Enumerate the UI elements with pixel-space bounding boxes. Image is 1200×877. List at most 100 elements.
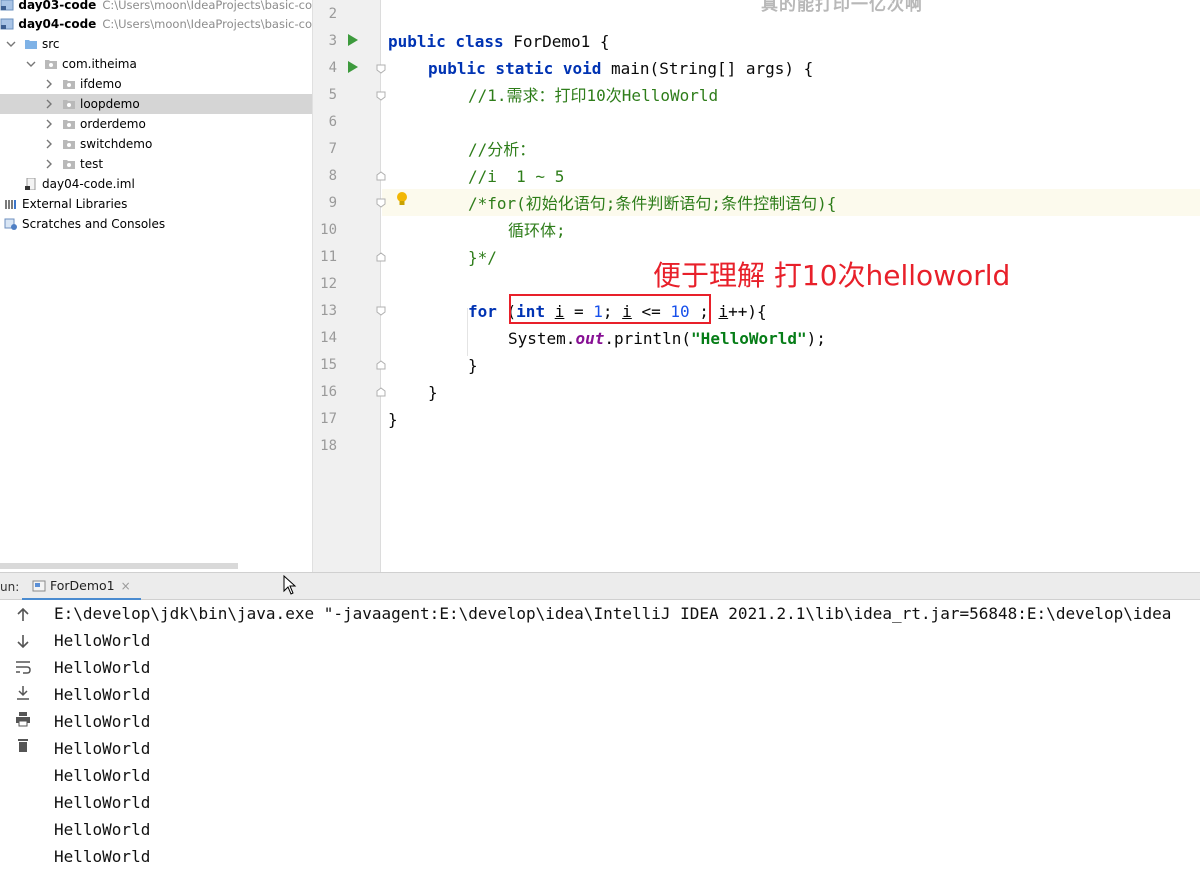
project-tree-pane: day03-code C:\Users\moon\IdeaProjects\bas… <box>0 0 312 572</box>
package-folder-icon <box>62 138 76 150</box>
line-number: 10 <box>320 222 337 238</box>
module-icon <box>0 0 14 11</box>
line-number: 18 <box>320 438 337 454</box>
print-icon[interactable] <box>14 710 32 728</box>
package-folder-icon <box>62 118 76 130</box>
fold-marker-icon[interactable] <box>375 251 387 263</box>
line-number: 12 <box>320 276 337 292</box>
tree-item-day03-code[interactable]: day03-code C:\Users\moon\IdeaProjects\bas… <box>0 0 312 15</box>
class-file-icon <box>32 580 46 591</box>
fold-marker-icon[interactable] <box>375 197 387 209</box>
arrow-up-icon[interactable] <box>14 606 32 624</box>
tree-item-src[interactable]: src <box>0 34 312 54</box>
tree-item-label: loopdemo <box>80 97 140 111</box>
run-tab-fordemo1[interactable]: ForDemo1 × <box>22 573 141 601</box>
console-output-line: HelloWorld <box>54 847 151 866</box>
fold-marker-icon[interactable] <box>375 90 387 102</box>
arrow-down-icon[interactable] <box>14 632 32 650</box>
tree-item-label: External Libraries <box>22 197 128 211</box>
code-line-3[interactable]: public class ForDemo1 { <box>388 28 610 55</box>
console-command-line: E:\develop\jdk\bin\java.exe "-javaagent:… <box>54 604 1172 623</box>
scratches-icon <box>4 218 18 230</box>
chevron-right-icon[interactable] <box>44 139 54 149</box>
source-folder-icon <box>24 38 38 50</box>
tree-item-day04-code[interactable]: day04-code C:\Users\moon\IdeaProjects\bas… <box>0 14 312 34</box>
tree-item-test[interactable]: test <box>0 154 312 174</box>
run-tab-label: ForDemo1 <box>50 578 115 593</box>
trash-icon[interactable] <box>14 736 32 754</box>
chevron-right-icon[interactable] <box>44 119 54 129</box>
annotation-text: 便于理解 打10次helloworld <box>653 259 1011 292</box>
code-line-4[interactable]: public static void main(String[] args) { <box>428 55 813 82</box>
video-title-overlay: 真的能打印一亿次啊 <box>761 0 923 15</box>
run-class-icon[interactable] <box>347 34 359 46</box>
code-line-11[interactable]: }*/ <box>468 244 497 271</box>
line-number: 11 <box>320 249 337 265</box>
tree-item-label: day04-code.iml <box>42 177 135 191</box>
code-line-16[interactable]: } <box>428 379 438 406</box>
code-line-14[interactable]: System.out.println("HelloWorld"); <box>508 325 826 352</box>
scroll-to-end-icon[interactable] <box>14 684 32 702</box>
soft-wrap-icon[interactable] <box>14 658 32 676</box>
tree-item-external-libraries[interactable]: External Libraries <box>0 194 312 214</box>
module-icon <box>0 18 14 30</box>
tree-item-label: switchdemo <box>80 137 153 151</box>
run-label: un: <box>0 580 20 594</box>
chevron-right-icon[interactable] <box>44 159 54 169</box>
tree-item-scratches-and-consoles[interactable]: Scratches and Consoles <box>0 214 312 234</box>
line-number: 4 <box>328 60 337 76</box>
line-number: 14 <box>320 330 337 346</box>
tree-item-label: day04-code <box>18 17 97 31</box>
fold-marker-icon[interactable] <box>375 170 387 182</box>
tree-item-label: day03-code <box>18 0 97 12</box>
tree-item-ifdemo[interactable]: ifdemo <box>0 74 312 94</box>
tree-item-orderdemo[interactable]: orderdemo <box>0 114 312 134</box>
package-folder-icon <box>62 78 76 90</box>
code-line-10[interactable]: 循环体; <box>508 217 566 244</box>
line-number: 16 <box>320 384 337 400</box>
chevron-right-icon[interactable] <box>44 99 54 109</box>
module-path: C:\Users\moon\IdeaProjects\basic-co <box>102 17 312 31</box>
line-number: 17 <box>320 411 337 427</box>
libraries-icon <box>4 198 18 210</box>
chevron-down-icon[interactable] <box>26 59 36 69</box>
code-line-15[interactable]: } <box>468 352 478 379</box>
tree-item-day04-code-iml[interactable]: day04-code.iml <box>0 174 312 194</box>
code-line-17[interactable]: } <box>388 406 398 433</box>
line-number: 15 <box>320 357 337 373</box>
console-output-line: HelloWorld <box>54 631 151 650</box>
line-number: 2 <box>328 6 337 22</box>
tree-item-com-itheima[interactable]: com.itheima <box>0 54 312 74</box>
console-lines: E:\develop\jdk\bin\java.exe "-javaagent:… <box>54 600 1171 870</box>
code-line-7[interactable]: //分析： <box>468 136 535 163</box>
lightbulb-icon[interactable] <box>395 191 409 207</box>
code-line-9[interactable]: /*for(初始化语句;条件判断语句;条件控制语句){ <box>468 190 836 217</box>
fold-marker-icon[interactable] <box>375 63 387 75</box>
code-line-8[interactable]: //i 1 ~ 5 <box>468 163 564 190</box>
console-output[interactable]: E:\develop\jdk\bin\java.exe "-javaagent:… <box>0 600 1200 877</box>
mouse-cursor-icon <box>283 575 297 595</box>
tree-item-loopdemo[interactable]: loopdemo <box>0 94 312 114</box>
annotation-highlight-box <box>509 294 711 324</box>
tree-item-label: test <box>80 157 104 171</box>
module-path: C:\Users\moon\IdeaProjects\basic-co <box>102 0 312 12</box>
run-main-icon[interactable] <box>347 61 359 73</box>
line-number: 3 <box>328 33 337 49</box>
run-tool-window-header: un: ForDemo1 × <box>0 572 1200 601</box>
fold-marker-icon[interactable] <box>375 386 387 398</box>
code-line-5[interactable]: //1.需求：打印10次HelloWorld <box>468 82 718 109</box>
console-output-line: HelloWorld <box>54 766 151 785</box>
chevron-right-icon[interactable] <box>44 79 54 89</box>
tree-item-label: orderdemo <box>80 117 146 131</box>
console-output-line: HelloWorld <box>54 712 151 731</box>
close-tab-icon[interactable]: × <box>121 579 131 593</box>
console-toolbar <box>0 600 40 877</box>
line-number: 8 <box>328 168 337 184</box>
fold-marker-icon[interactable] <box>375 305 387 317</box>
line-number: 9 <box>328 195 337 211</box>
fold-marker-icon[interactable] <box>375 359 387 371</box>
tree-item-switchdemo[interactable]: switchdemo <box>0 134 312 154</box>
tree-horizontal-scrollbar[interactable] <box>0 563 238 569</box>
console-output-line: HelloWorld <box>54 685 151 704</box>
chevron-down-icon[interactable] <box>6 39 16 49</box>
